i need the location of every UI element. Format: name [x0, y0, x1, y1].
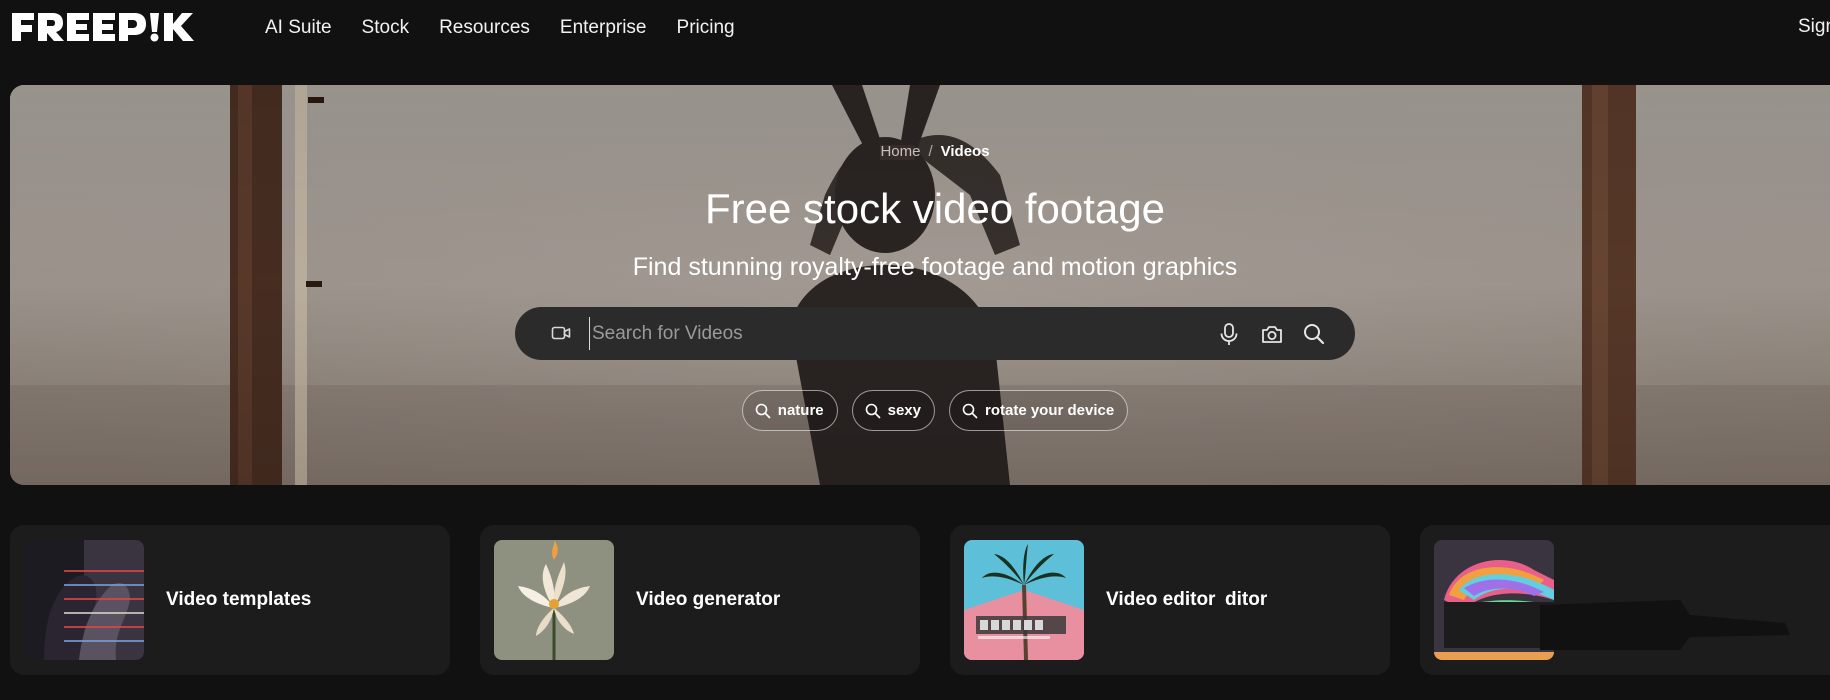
nav-stock[interactable]: Stock: [362, 17, 410, 39]
page-subtitle: Find stunning royalty-free footage and m…: [632, 253, 1238, 281]
camera-icon[interactable]: [1261, 322, 1283, 351]
redaction-shape: [1540, 600, 1790, 650]
nav-ai-suite[interactable]: AI Suite: [265, 17, 332, 39]
card-label: Video templates: [166, 589, 312, 610]
nav-pricing[interactable]: Pricing: [677, 17, 735, 39]
card-video-editor[interactable]: Video editor ditor: [950, 525, 1390, 675]
video-editor-thumbnail: [964, 540, 1084, 660]
breadcrumb: Home / Videos: [10, 143, 1830, 160]
top-navigation-bar: AI Suite Stock Resources Enterprise Pric…: [0, 0, 1830, 56]
video-generator-thumbnail: [494, 540, 614, 660]
breadcrumb-separator: /: [928, 143, 933, 160]
hero-banner: Home / Videos Free stock video footage Fin…: [10, 85, 1830, 485]
search-icon[interactable]: [1303, 322, 1325, 351]
suggested-searches: nature sexy rotate your device: [10, 390, 1830, 431]
freepik-logo[interactable]: [10, 10, 210, 44]
suggestion-label: sexy: [887, 402, 921, 419]
card-label-overlap: ditor: [1225, 589, 1268, 610]
search-icon: [865, 403, 880, 418]
breadcrumb-current: Videos: [940, 143, 990, 160]
breadcrumb-home[interactable]: Home: [880, 143, 920, 160]
search-icon: [962, 403, 978, 418]
page-title: Free stock video footage: [705, 185, 1165, 232]
search-input[interactable]: [589, 317, 1209, 350]
card-video-templates[interactable]: Video templates: [10, 525, 450, 675]
suggestion-chip-rotate-your-device[interactable]: rotate your device: [949, 390, 1129, 431]
search-bar: [515, 307, 1355, 360]
suggestion-chip-nature[interactable]: nature: [741, 390, 838, 431]
nav-enterprise[interactable]: Enterprise: [560, 17, 647, 39]
sign-in-link[interactable]: Sign: [1798, 16, 1830, 38]
search-icon: [755, 403, 771, 418]
freepik-logo-mark: [12, 13, 194, 42]
main-nav: AI Suite Stock Resources Enterprise Pric…: [265, 0, 765, 56]
card-four-thumbnail: [1434, 540, 1554, 660]
card-video-generator[interactable]: Video generator: [480, 525, 920, 675]
microphone-icon[interactable]: [1218, 322, 1240, 351]
suggestion-chip-sexy[interactable]: sexy: [851, 390, 935, 431]
video-icon[interactable]: [551, 324, 571, 347]
suggestion-label: rotate your device: [985, 402, 1115, 419]
card-label: Video generator: [636, 589, 781, 610]
card-ai-video[interactable]: [1420, 525, 1830, 675]
video-tools-cards: Video templates Video generator Video ed…: [10, 525, 1830, 675]
card-label: Video editor: [1106, 589, 1216, 610]
suggestion-label: nature: [777, 402, 824, 419]
video-templates-thumbnail: [24, 540, 144, 660]
nav-resources[interactable]: Resources: [439, 17, 530, 39]
